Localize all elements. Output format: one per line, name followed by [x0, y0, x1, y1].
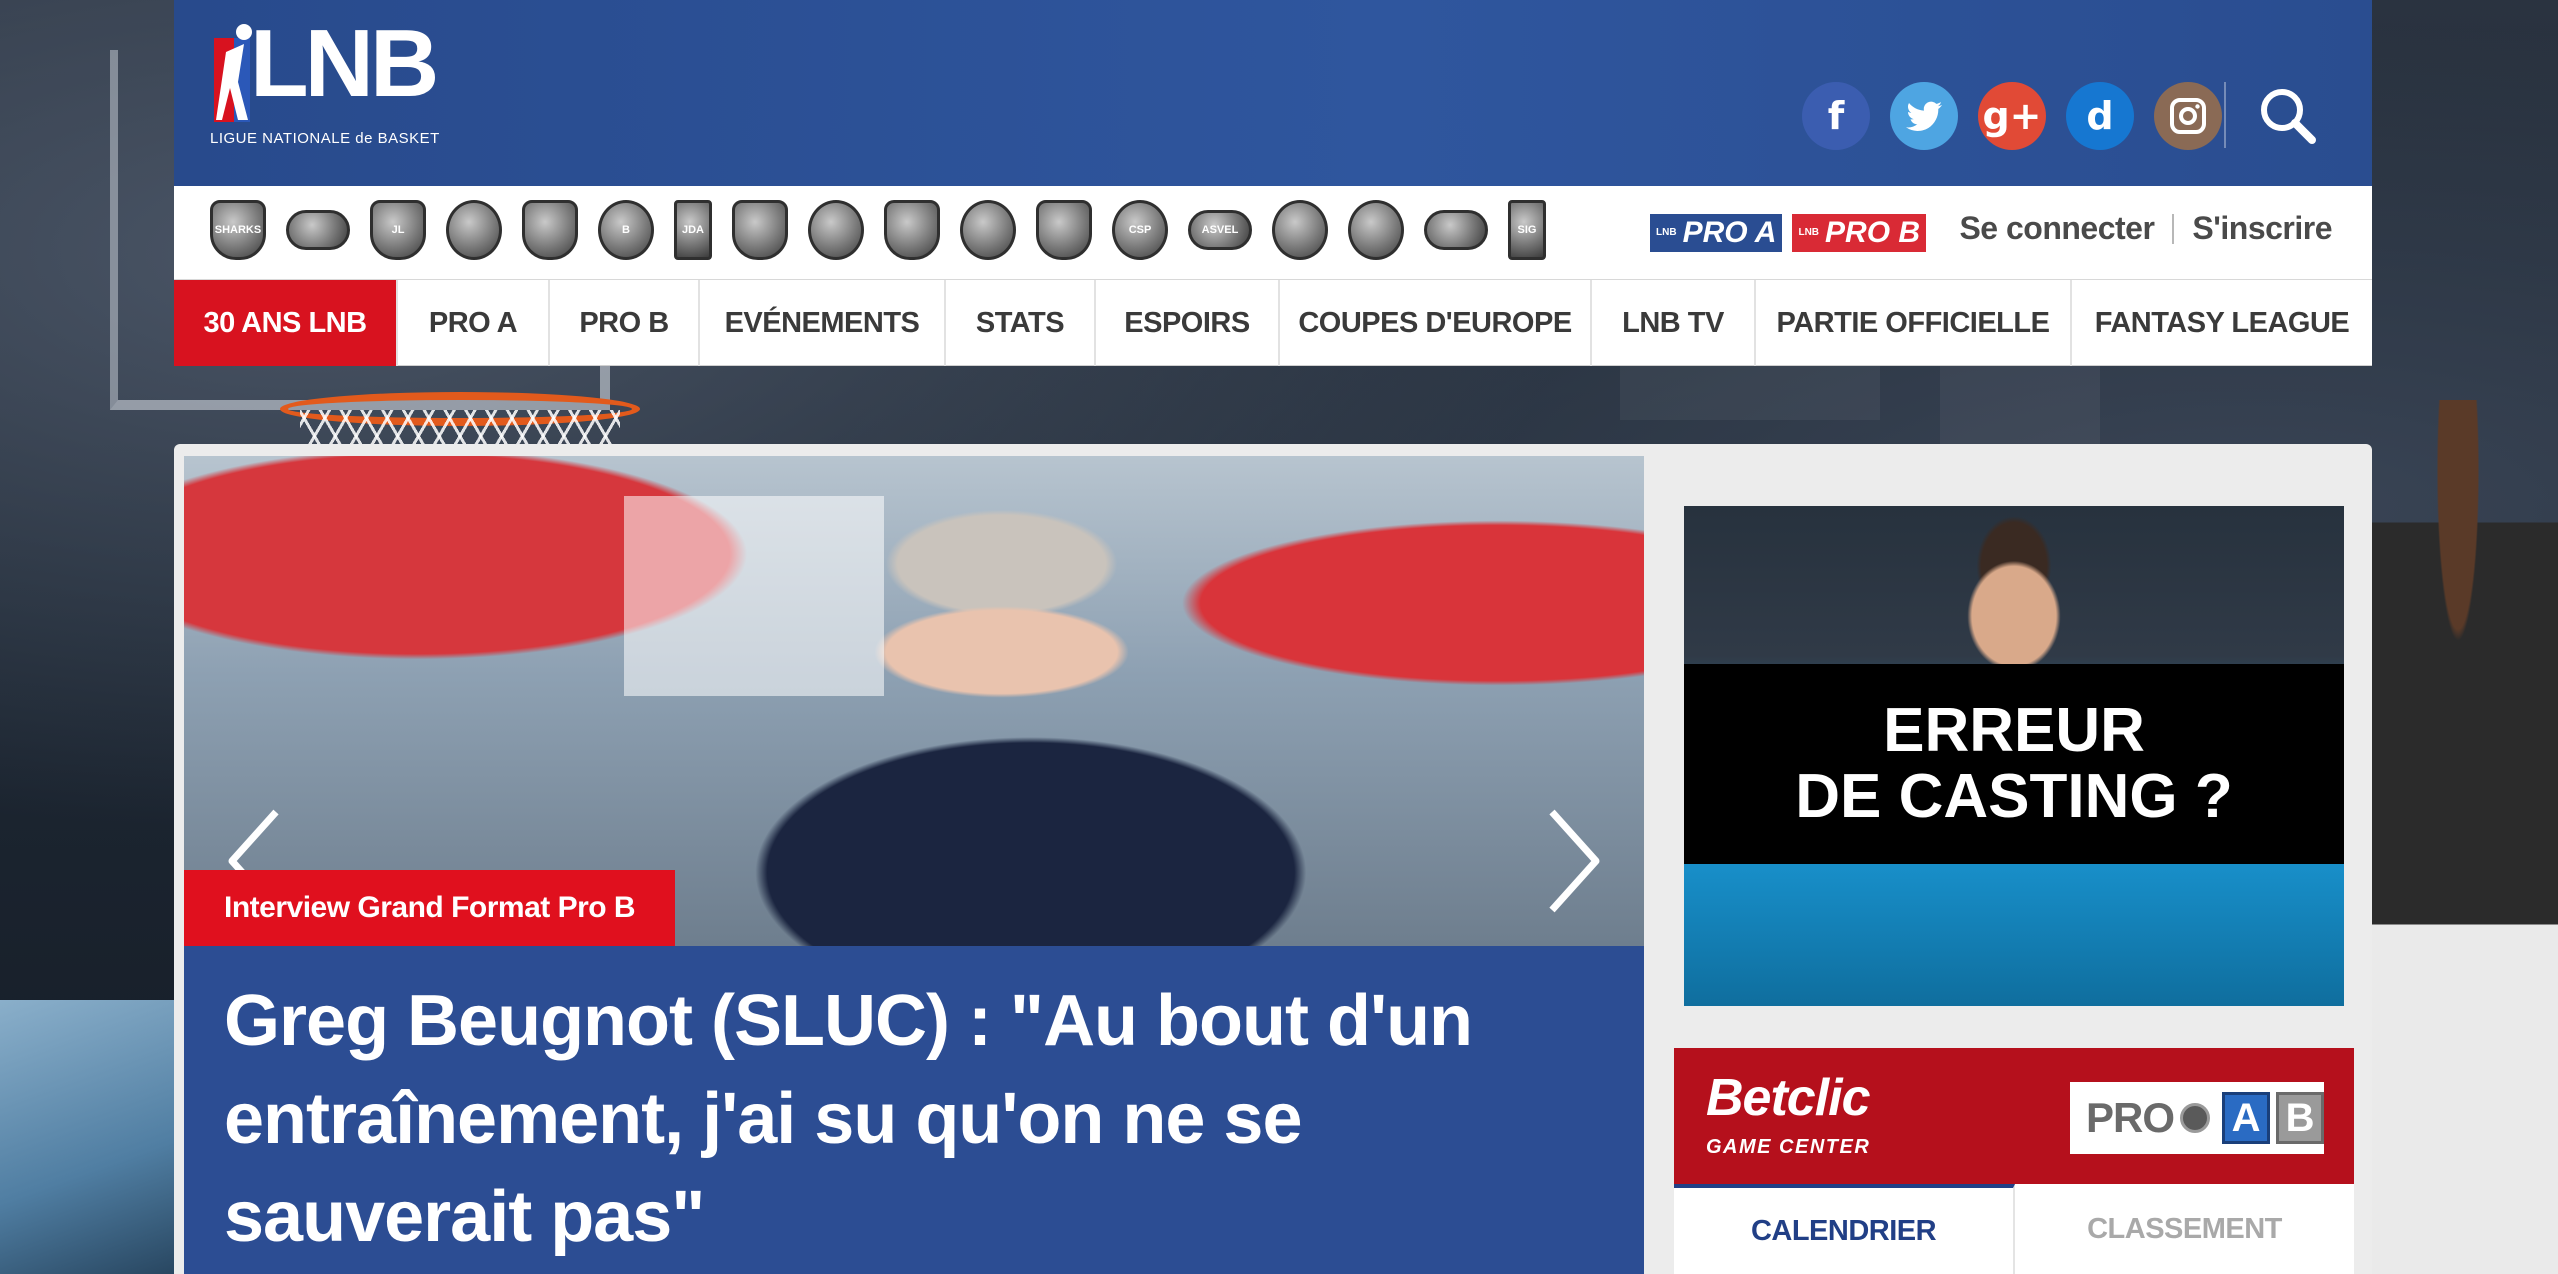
instagram-icon[interactable]: [2154, 82, 2222, 150]
register-link[interactable]: S'inscrire: [2192, 210, 2332, 247]
nav-evenements[interactable]: EVÉNEMENTS: [700, 280, 946, 366]
team-logo[interactable]: JDA: [674, 200, 712, 260]
team-logo[interactable]: [1348, 200, 1404, 260]
team-logo[interactable]: [1272, 200, 1328, 260]
nav-fantasy-league[interactable]: FANTASY LEAGUE: [2072, 280, 2372, 366]
nav-lnb-tv[interactable]: LNB TV: [1592, 280, 1756, 366]
team-logo[interactable]: [884, 200, 940, 260]
pro-ab-switch: PRO A B: [2070, 1082, 2325, 1154]
team-logo[interactable]: ASVEL: [1188, 210, 1252, 250]
team-logo[interactable]: [808, 200, 864, 260]
nav-stats[interactable]: STATS: [946, 280, 1096, 366]
tab-calendrier[interactable]: CALENDRIER: [1674, 1184, 2015, 1274]
team-logo[interactable]: [446, 200, 502, 260]
basketball-icon: [2180, 1103, 2211, 1133]
hero-category-tag[interactable]: Interview Grand Format Pro B: [184, 870, 676, 946]
ad-line-2: DE CASTING ?: [1795, 762, 2233, 831]
background-banner: [1620, 360, 1880, 420]
twitter-icon[interactable]: [1890, 82, 1958, 150]
pro-label: PRO: [2086, 1094, 2175, 1141]
team-logo[interactable]: SHARKS: [210, 200, 266, 260]
twitter-bird-icon: [1906, 101, 1942, 131]
hero-slider[interactable]: Interview Grand Format Pro B Greg Beugno…: [184, 456, 1644, 1274]
betclic-logo: Betclic: [1706, 1069, 1871, 1127]
team-logo[interactable]: SIG: [1508, 200, 1546, 260]
logo-text: LNB: [250, 10, 439, 117]
pro-a-link[interactable]: LNB PRO A: [1650, 214, 1783, 252]
game-center-tabs: CALENDRIER CLASSEMENT: [1674, 1184, 2354, 1274]
logo-subtitle: LIGUE NATIONALE de BASKET: [210, 130, 440, 147]
teams-bar: SHARKS JL B JDA CSP ASVEL SIG LNB PRO A LNB PR…: [174, 186, 2372, 280]
tab-classement[interactable]: CLASSEMENT: [2015, 1184, 2354, 1274]
nav-pro-b[interactable]: PRO B: [550, 280, 700, 366]
header-divider: [2224, 82, 2226, 148]
slider-next-arrow-icon[interactable]: [1544, 806, 1604, 916]
login-link[interactable]: Se connecter: [1959, 210, 2154, 247]
team-logo[interactable]: [960, 200, 1016, 260]
pro-a-toggle[interactable]: A: [2222, 1092, 2271, 1144]
team-logo[interactable]: [1424, 210, 1488, 250]
team-logo[interactable]: CSP: [1112, 200, 1168, 260]
pro-b-link[interactable]: LNB PRO B: [1792, 214, 1927, 252]
team-logo[interactable]: B: [598, 200, 654, 260]
search-icon: [2261, 89, 2316, 144]
background-ice: [0, 1000, 180, 1274]
ad-line-1: ERREUR: [1883, 696, 2145, 765]
ad-banner[interactable]: ERREUR DE CASTING ?: [1684, 506, 2344, 1006]
background-player: [2358, 400, 2558, 1274]
dailymotion-icon[interactable]: d: [2066, 82, 2134, 150]
game-center-header[interactable]: Betclic GAME CENTER PRO A B: [1674, 1048, 2354, 1184]
pro-b-toggle[interactable]: B: [2276, 1092, 2325, 1144]
facebook-icon[interactable]: f: [1802, 82, 1870, 150]
social-links: f g+ d: [1802, 82, 2222, 150]
content-panel: Interview Grand Format Pro B Greg Beugno…: [174, 444, 2372, 1274]
auth-separator: [2172, 213, 2175, 244]
team-logo[interactable]: [286, 210, 350, 250]
hero-caption[interactable]: Greg Beugnot (SLUC) : "Au bout d'un entr…: [184, 946, 1644, 1274]
hero-photo-banner: [624, 496, 884, 696]
main-navigation: 30 ANS LNB PRO A PRO B EVÉNEMENTS STATS …: [174, 280, 2372, 366]
instagram-camera-icon: [2170, 98, 2206, 134]
team-logo[interactable]: [732, 200, 788, 260]
team-logo[interactable]: [1036, 200, 1092, 260]
team-logos: SHARKS JL B JDA CSP ASVEL SIG: [210, 200, 1546, 260]
nav-30-ans-lnb[interactable]: 30 ANS LNB: [174, 280, 398, 366]
search-button[interactable]: [2256, 84, 2320, 148]
game-center-label: GAME CENTER: [1706, 1136, 1871, 1158]
league-tags: LNB PRO A LNB PRO B: [1650, 214, 1927, 252]
nav-espoirs[interactable]: ESPOIRS: [1096, 280, 1280, 366]
ad-text-band: ERREUR DE CASTING ?: [1684, 664, 2344, 864]
team-logo[interactable]: [522, 200, 578, 260]
team-logo[interactable]: JL: [370, 200, 426, 260]
lnb-logo[interactable]: LNB LIGUE NATIONALE de BASKET: [208, 16, 448, 150]
nav-coupes-d-europe[interactable]: COUPES D'EUROPE: [1280, 280, 1592, 366]
site-header: LNB LIGUE NATIONALE de BASKET f g+ d: [174, 0, 2372, 186]
hero-headline[interactable]: Greg Beugnot (SLUC) : "Au bout d'un entr…: [224, 972, 1584, 1266]
background-banner: [1940, 360, 2100, 450]
auth-links: Se connecter S'inscrire: [1959, 210, 2332, 247]
google-plus-icon[interactable]: g+: [1978, 82, 2046, 150]
nav-pro-a[interactable]: PRO A: [398, 280, 550, 366]
nav-partie-officielle[interactable]: PARTIE OFFICIELLE: [1756, 280, 2072, 366]
